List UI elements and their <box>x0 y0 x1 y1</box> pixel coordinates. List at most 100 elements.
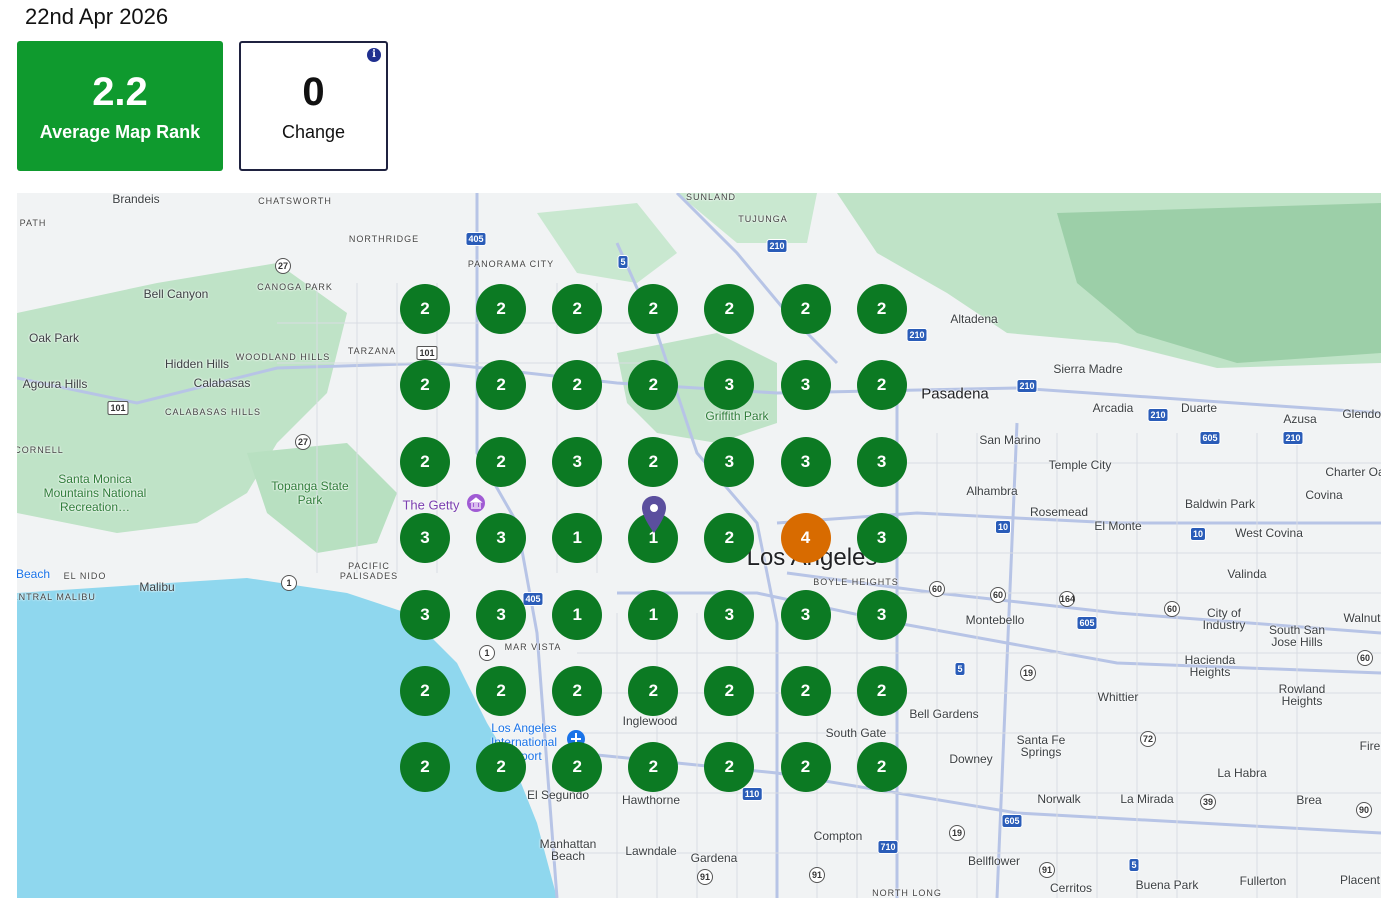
rank-map[interactable]: Brandeis CHATSWORTH PATH NORTHRIDGE SUNL… <box>17 193 1381 898</box>
rank-marker[interactable]: 2 <box>400 742 450 793</box>
rank-marker[interactable]: 2 <box>476 360 527 411</box>
place-label: Norwalk <box>1037 792 1081 806</box>
rank-marker[interactable]: 4 <box>780 513 831 564</box>
place-label: Buena Park <box>1135 878 1199 892</box>
place-label: Gardena <box>690 851 738 865</box>
rank-marker[interactable]: 3 <box>704 360 755 411</box>
rank-marker[interactable]: 3 <box>552 436 603 487</box>
rank-marker[interactable]: 2 <box>628 742 679 793</box>
us-route-shield: 101 <box>107 401 129 415</box>
rank-marker[interactable]: 2 <box>780 742 831 793</box>
place-label: Temple City <box>1048 458 1112 472</box>
place-label: Walnut <box>1343 611 1381 625</box>
rank-marker[interactable]: 3 <box>856 589 907 640</box>
place-label: Malibu <box>139 580 175 594</box>
place-label: CENTRAL MALIBU <box>17 592 96 602</box>
place-label: Baldwin Park <box>1184 497 1256 511</box>
freeway-shield: 5 <box>617 255 629 269</box>
rank-marker[interactable]: 3 <box>704 589 755 640</box>
rank-marker[interactable]: 2 <box>856 742 907 793</box>
rank-marker[interactable]: 3 <box>856 436 907 487</box>
rank-marker[interactable]: 2 <box>476 666 527 716</box>
rank-marker[interactable]: 2 <box>400 436 450 487</box>
place-label: Inglewood <box>622 714 678 728</box>
rank-marker[interactable]: 3 <box>476 589 527 640</box>
rank-marker[interactable]: 2 <box>476 436 527 487</box>
rank-marker[interactable]: 3 <box>704 436 755 487</box>
location-pin-icon[interactable] <box>641 495 667 535</box>
freeway-shield: 5 <box>1128 858 1140 872</box>
state-route-shield: 27 <box>275 258 291 274</box>
rank-marker[interactable]: 2 <box>552 284 603 334</box>
rank-marker[interactable]: 3 <box>780 360 831 411</box>
rank-marker[interactable]: 2 <box>628 436 679 487</box>
average-rank-value: 2.2 <box>92 69 148 114</box>
place-label: Altadena <box>950 312 998 326</box>
freeway-shield: 405 <box>522 592 544 606</box>
rank-marker[interactable]: 2 <box>552 742 603 793</box>
state-route-shield: 27 <box>295 434 311 450</box>
rank-marker[interactable]: 2 <box>856 284 907 334</box>
rank-marker[interactable]: 2 <box>704 742 755 793</box>
place-label: Montebello <box>965 613 1025 627</box>
rank-marker[interactable]: 2 <box>856 360 907 411</box>
rank-marker[interactable]: 2 <box>628 666 679 716</box>
rank-marker[interactable]: 2 <box>552 666 603 716</box>
place-label: MAR VISTA <box>504 642 562 652</box>
state-route-shield: 60 <box>929 581 945 597</box>
rank-marker[interactable]: 2 <box>704 513 755 564</box>
place-label: Downey <box>949 752 993 766</box>
place-label: Santa Monica Mountains National Recreati… <box>43 472 147 514</box>
rank-marker[interactable]: 2 <box>400 666 450 716</box>
rank-marker[interactable]: 3 <box>780 589 831 640</box>
place-label: NORTH LONG <box>872 888 942 898</box>
rank-marker[interactable]: 2 <box>856 666 907 716</box>
place-label: TUJUNGA <box>738 214 788 224</box>
state-route-shield: 1 <box>479 645 495 661</box>
rank-marker[interactable]: 2 <box>476 284 527 334</box>
place-label: Fire <box>1359 739 1381 753</box>
place-label: Whittier <box>1097 690 1139 704</box>
place-label: South San Jose Hills <box>1268 623 1326 649</box>
rank-marker[interactable]: 3 <box>476 513 527 564</box>
rank-marker[interactable]: 2 <box>400 360 450 411</box>
rank-marker[interactable]: 3 <box>856 513 907 564</box>
freeway-shield: 210 <box>906 328 928 342</box>
report-date: 22nd Apr 2026 <box>25 4 169 29</box>
rank-marker[interactable]: 2 <box>780 284 831 334</box>
state-route-shield: 72 <box>1140 731 1156 747</box>
info-icon[interactable]: i <box>367 48 381 62</box>
rank-marker[interactable]: 3 <box>780 436 831 487</box>
freeway-shield: 210 <box>1282 431 1304 445</box>
place-label: PATH <box>19 218 47 228</box>
museum-icon <box>467 494 485 512</box>
freeway-shield: 710 <box>877 840 899 854</box>
rank-marker[interactable]: 2 <box>704 284 755 334</box>
rank-marker[interactable]: 3 <box>400 513 450 564</box>
place-label: Bellflower <box>967 854 1021 868</box>
rank-marker[interactable]: 3 <box>400 589 450 640</box>
rank-marker[interactable]: 2 <box>628 360 679 411</box>
rank-marker[interactable]: 1 <box>552 589 603 640</box>
place-label: Fullerton <box>1239 874 1287 888</box>
rank-marker[interactable]: 2 <box>704 666 755 716</box>
place-label: Agoura Hills <box>22 377 88 391</box>
state-route-shield: 91 <box>1039 862 1055 878</box>
change-value: 0 <box>302 69 325 114</box>
state-route-shield: 1 <box>281 575 297 591</box>
freeway-shield: 605 <box>1199 431 1221 445</box>
place-label: EL NIDO <box>63 571 107 581</box>
rank-marker[interactable]: 1 <box>628 589 679 640</box>
place-label: Charter Oak <box>1325 465 1381 479</box>
place-label: TARZANA <box>347 346 397 356</box>
place-label: Oak Park <box>28 331 80 345</box>
rank-marker[interactable]: 2 <box>476 742 527 793</box>
place-label: Santa Fe Springs <box>1016 733 1066 759</box>
rank-marker[interactable]: 1 <box>552 513 603 564</box>
rank-marker[interactable]: 2 <box>780 666 831 716</box>
freeway-shield: 605 <box>1076 616 1098 630</box>
place-label: South Gate <box>825 726 887 740</box>
rank-marker[interactable]: 2 <box>400 284 450 334</box>
rank-marker[interactable]: 2 <box>552 360 603 411</box>
rank-marker[interactable]: 2 <box>628 284 679 334</box>
